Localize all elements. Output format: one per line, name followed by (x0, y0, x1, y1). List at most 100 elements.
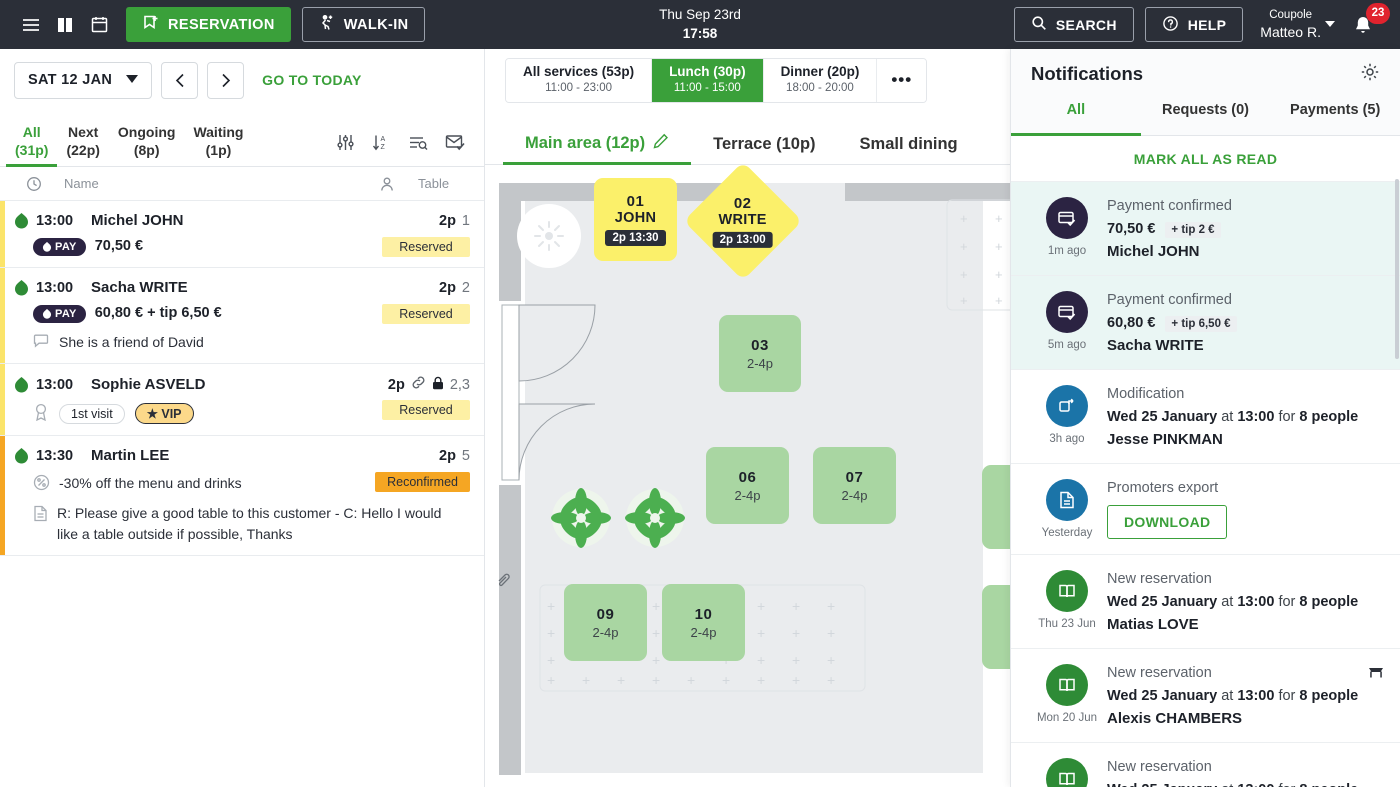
area-tab-small-dining[interactable]: Small dining (838, 135, 980, 164)
reservation-row[interactable]: 13:00 Michel JOHN 2p 1 Reserved PAY 70,5… (0, 201, 484, 268)
service-all-hours: 11:00 - 23:00 (545, 82, 612, 95)
download-button[interactable]: DOWNLOAD (1107, 505, 1228, 539)
pay-badge: PAY (33, 305, 86, 323)
reservation-row[interactable]: 13:30 Martin LEE 2p 5 Reconfirmed -30% o… (0, 436, 484, 556)
tab-all[interactable]: All (31p) (6, 123, 58, 168)
notification-for: for (1278, 409, 1296, 425)
notif-tab-requests[interactable]: Requests (0) (1141, 99, 1271, 135)
pay-badge: PAY (33, 238, 86, 256)
svg-text:+: + (960, 267, 968, 282)
notification-at: at (1221, 688, 1234, 704)
svg-text:+: + (757, 652, 765, 668)
svg-text:+: + (792, 672, 800, 688)
pencil-icon[interactable] (653, 133, 669, 154)
notif-tab-all[interactable]: All (1011, 99, 1141, 136)
notification-item[interactable]: New reservation Wed 25 January at 13:00 … (1011, 743, 1400, 787)
reservation-name: Sacha WRITE (91, 279, 188, 296)
goto-today-button[interactable]: GO TO TODAY (262, 72, 362, 88)
svg-text:A: A (381, 136, 386, 143)
notification-time-value: 13:00 (1237, 782, 1274, 787)
notification-title: New reservation (1107, 759, 1212, 775)
reservation-button[interactable]: RESERVATION (126, 7, 291, 42)
current-date: Thu Sep 23rd (659, 7, 741, 23)
note-line: R: Please give a good table to this cust… (0, 503, 470, 544)
user-menu[interactable]: Coupole Matteo R. (1260, 8, 1335, 41)
notification-item[interactable]: Mon 20 Jun New reservation Wed 25 Januar… (1011, 649, 1400, 743)
notif-tab-payments[interactable]: Payments (5) (1270, 99, 1400, 135)
floor-table-03-number: 03 (751, 336, 769, 354)
reservation-name: Martin LEE (91, 447, 170, 465)
previous-day-button[interactable] (161, 61, 199, 99)
floor-table-01[interactable]: 01 JOHN 2p 13:30 (594, 178, 677, 261)
notification-people: 8 people (1299, 782, 1358, 787)
tag-first-visit: 1st visit (59, 403, 125, 424)
floor-plan-canvas[interactable]: + + + + + + + + + + + + + + + + + + + + + + + + + + + + + … (485, 165, 1010, 781)
next-day-button[interactable] (207, 61, 245, 99)
notification-item[interactable]: 1m ago Payment confirmed 70,50 € + tip 2… (1011, 182, 1400, 276)
lock-icon (432, 376, 444, 394)
reservation-name: Sophie ASVELD (91, 376, 206, 394)
date-picker[interactable]: SAT 12 JAN (14, 61, 153, 99)
walkin-button[interactable]: WALK-IN (301, 7, 425, 42)
floor-table-03[interactable]: 03 2-4p (719, 315, 801, 392)
service-lunch[interactable]: Lunch (30p) 11:00 - 15:00 (652, 58, 764, 102)
reservation-row[interactable]: 13:00 Sophie ASVELD 2p 2,3 Reserved 1st … (0, 364, 484, 437)
notification-customer: Jesse PINKMAN (1107, 431, 1223, 448)
floor-table-10[interactable]: 10 2-4p (662, 584, 745, 661)
calendar-icon[interactable] (82, 8, 116, 42)
floor-table-02-number: 02 (734, 194, 752, 212)
notification-item[interactable]: 3h ago Modification Wed 25 January at 13… (1011, 370, 1400, 464)
envelope-check-icon[interactable] (445, 133, 466, 157)
service-all[interactable]: All services (53p) 11:00 - 23:00 (506, 58, 653, 102)
note-line: She is a friend of David (0, 332, 470, 352)
notification-title: Modification (1107, 386, 1185, 402)
floor-table-07-number: 07 (845, 468, 864, 486)
service-lunch-hours: 11:00 - 15:00 (673, 82, 741, 95)
floor-table-07[interactable]: 07 2-4p (813, 447, 896, 524)
notification-item[interactable]: 5m ago Payment confirmed 60,80 € + tip 6… (1011, 276, 1400, 370)
area-tab-terrace-label: Terrace (10p) (713, 135, 816, 153)
notification-item[interactable]: Thu 23 Jun New reservation Wed 25 Januar… (1011, 555, 1400, 649)
notification-title: Payment confirmed (1107, 292, 1232, 308)
area-tab-small-dining-label: Small dining (859, 135, 958, 153)
area-tab-main[interactable]: Main area (12p) (503, 133, 692, 165)
service-more-button[interactable]: ••• (877, 58, 927, 102)
sort-az-icon[interactable]: A Z (372, 133, 391, 157)
search-button[interactable]: SEARCH (1013, 7, 1134, 42)
search-label: SEARCH (1055, 16, 1117, 33)
notification-title: Payment confirmed (1107, 198, 1232, 214)
tab-ongoing[interactable]: Ongoing (8p) (109, 123, 185, 166)
notifications-tabs: All Requests (0) Payments (5) (1011, 99, 1400, 136)
filter-sliders-icon[interactable] (336, 133, 355, 157)
hamburger-icon[interactable] (14, 8, 48, 42)
service-dinner[interactable]: Dinner (20p) 18:00 - 20:00 (763, 58, 878, 102)
book-icon (1046, 664, 1088, 706)
floor-table-02-guest: WRITE (718, 211, 768, 228)
tab-next[interactable]: Next (22p) (57, 123, 108, 166)
reservation-pax: 2p (387, 376, 405, 393)
notifications-bell-button[interactable]: 23 (1346, 2, 1390, 45)
notification-badge: 23 (1366, 2, 1390, 24)
reservation-pax: 2p (439, 447, 456, 464)
tab-next-label: Next (68, 123, 99, 140)
notification-item[interactable]: Yesterday Promoters export DOWNLOAD (1011, 464, 1400, 555)
book-icon[interactable] (48, 8, 82, 42)
notification-title: New reservation (1107, 665, 1212, 681)
award-icon (33, 403, 49, 424)
list-search-icon[interactable] (408, 133, 428, 157)
area-tab-terrace[interactable]: Terrace (10p) (691, 135, 837, 164)
notification-time: 3h ago (1049, 433, 1085, 445)
notifications-scrollbar[interactable] (1395, 179, 1399, 359)
floor-table-06[interactable]: 06 2-4p (706, 447, 789, 524)
area-tab-main-label: Main area (12p) (525, 134, 646, 152)
reservation-row[interactable]: 13:00 Sacha WRITE 2p 2 Reserved PAY 60,8… (0, 268, 484, 365)
reservations-panel: SAT 12 JAN GO TO TODAY All (31p) Next (2… (0, 49, 485, 787)
top-bar-right: SEARCH HELP Coupole Matteo R. 23 (1013, 2, 1390, 45)
walkin-label: WALK-IN (343, 16, 409, 33)
floor-table-09[interactable]: 09 2-4p (564, 584, 647, 661)
gear-icon[interactable] (1360, 62, 1380, 87)
mark-all-as-read-button[interactable]: MARK ALL AS READ (1011, 136, 1400, 182)
tab-waiting[interactable]: Waiting (1p) (184, 123, 252, 166)
notification-people: 8 people (1299, 409, 1359, 425)
help-button[interactable]: HELP (1144, 7, 1244, 42)
